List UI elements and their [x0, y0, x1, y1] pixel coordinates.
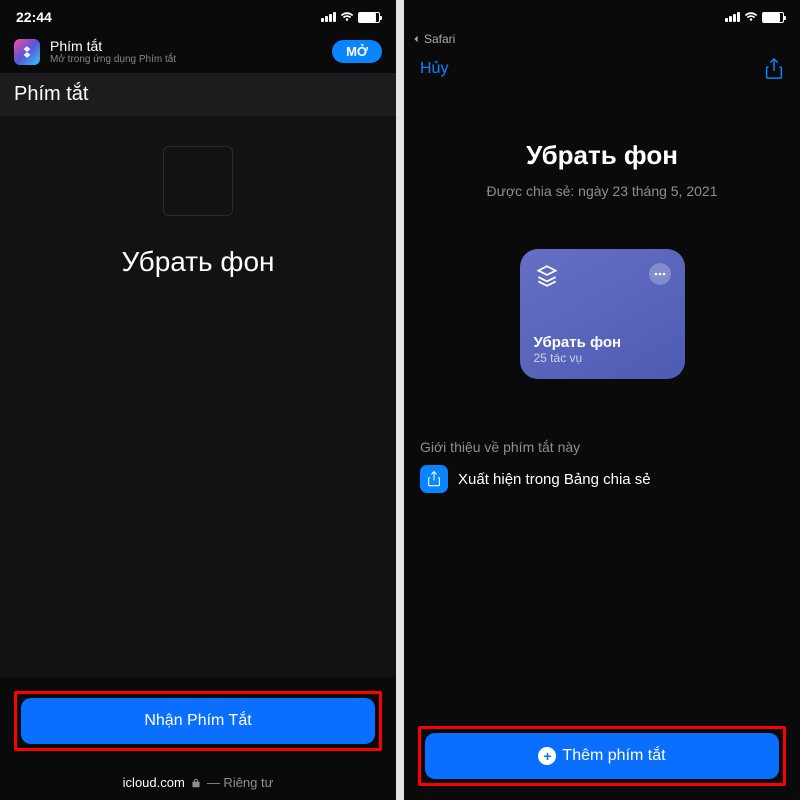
address-bar[interactable]: icloud.com — Riêng tư	[0, 765, 396, 800]
shortcut-preview-placeholder	[163, 146, 233, 216]
wifi-icon	[744, 12, 758, 22]
more-button[interactable]	[649, 263, 671, 285]
highlight-annotation: + Thêm phím tắt	[418, 726, 786, 786]
nav-row: Hủy	[404, 48, 800, 90]
share-sheet-label: Xuất hiện trong Bảng chia sẻ	[458, 471, 651, 488]
chevron-left-icon	[412, 35, 420, 43]
page-header: Phím tắt	[0, 73, 396, 116]
privacy-text: — Riêng tư	[207, 775, 274, 790]
signal-icon	[321, 12, 336, 22]
status-indicators	[725, 12, 784, 23]
main-content: Убрать фон Được chia sẻ: ngày 23 tháng 5…	[404, 90, 800, 712]
layers-icon	[534, 263, 560, 289]
add-button-label: Thêm phím tắt	[562, 747, 665, 765]
banner-text: Phím tắt Mở trong ứng dụng Phím tắt	[50, 38, 322, 65]
app-banner: Phím tắt Mở trong ứng dụng Phím tắt MỞ	[0, 30, 396, 73]
shortcut-title: Убрать фон	[526, 140, 678, 171]
share-sheet-row: Xuất hiện trong Bảng chia sẻ	[420, 465, 784, 493]
shortcuts-app-icon	[14, 39, 40, 65]
shortcut-title: Убрать фон	[121, 246, 274, 278]
signal-icon	[725, 12, 740, 22]
receive-shortcut-button[interactable]: Nhận Phím Tắt	[21, 698, 375, 744]
status-bar: 22:44	[0, 0, 396, 30]
plus-icon: +	[538, 747, 556, 765]
add-shortcut-button[interactable]: + Thêm phím tắt	[425, 733, 779, 779]
shared-date: Được chia sẻ: ngày 23 tháng 5, 2021	[486, 183, 717, 199]
phone-left: 22:44 Phím tắt Mở trong ứng dụng Phím tắ…	[0, 0, 396, 800]
share-icon[interactable]	[764, 58, 784, 80]
info-header: Giới thiệu về phím tắt này	[420, 439, 784, 455]
main-content: Убрать фон	[0, 116, 396, 677]
bottom-area: Nhận Phím Tắt	[0, 677, 396, 765]
status-indicators	[321, 12, 380, 23]
bottom-area: + Thêm phím tắt	[404, 712, 800, 800]
battery-icon	[358, 12, 380, 23]
back-to-app-row[interactable]: Safari	[404, 30, 800, 48]
time: 22:44	[16, 9, 52, 25]
battery-icon	[762, 12, 784, 23]
open-button[interactable]: MỞ	[332, 40, 382, 63]
info-section: Giới thiệu về phím tắt này Xuất hiện tro…	[404, 439, 800, 493]
lock-icon	[191, 778, 201, 788]
banner-title: Phím tắt	[50, 38, 322, 54]
banner-subtitle: Mở trong ứng dụng Phím tắt	[50, 54, 322, 65]
wifi-icon	[340, 12, 354, 22]
card-title: Убрать фон	[534, 334, 671, 351]
back-app-label: Safari	[424, 32, 455, 46]
status-bar	[404, 0, 800, 30]
highlight-annotation: Nhận Phím Tắt	[14, 691, 382, 751]
domain-text: icloud.com	[123, 775, 185, 790]
card-task-count: 25 tác vụ	[534, 351, 671, 365]
phone-right: Safari Hủy Убрать фон Được chia sẻ: ngày…	[404, 0, 800, 800]
share-sheet-icon	[420, 465, 448, 493]
cancel-button[interactable]: Hủy	[420, 60, 448, 78]
shortcut-card[interactable]: Убрать фон 25 tác vụ	[520, 249, 685, 379]
